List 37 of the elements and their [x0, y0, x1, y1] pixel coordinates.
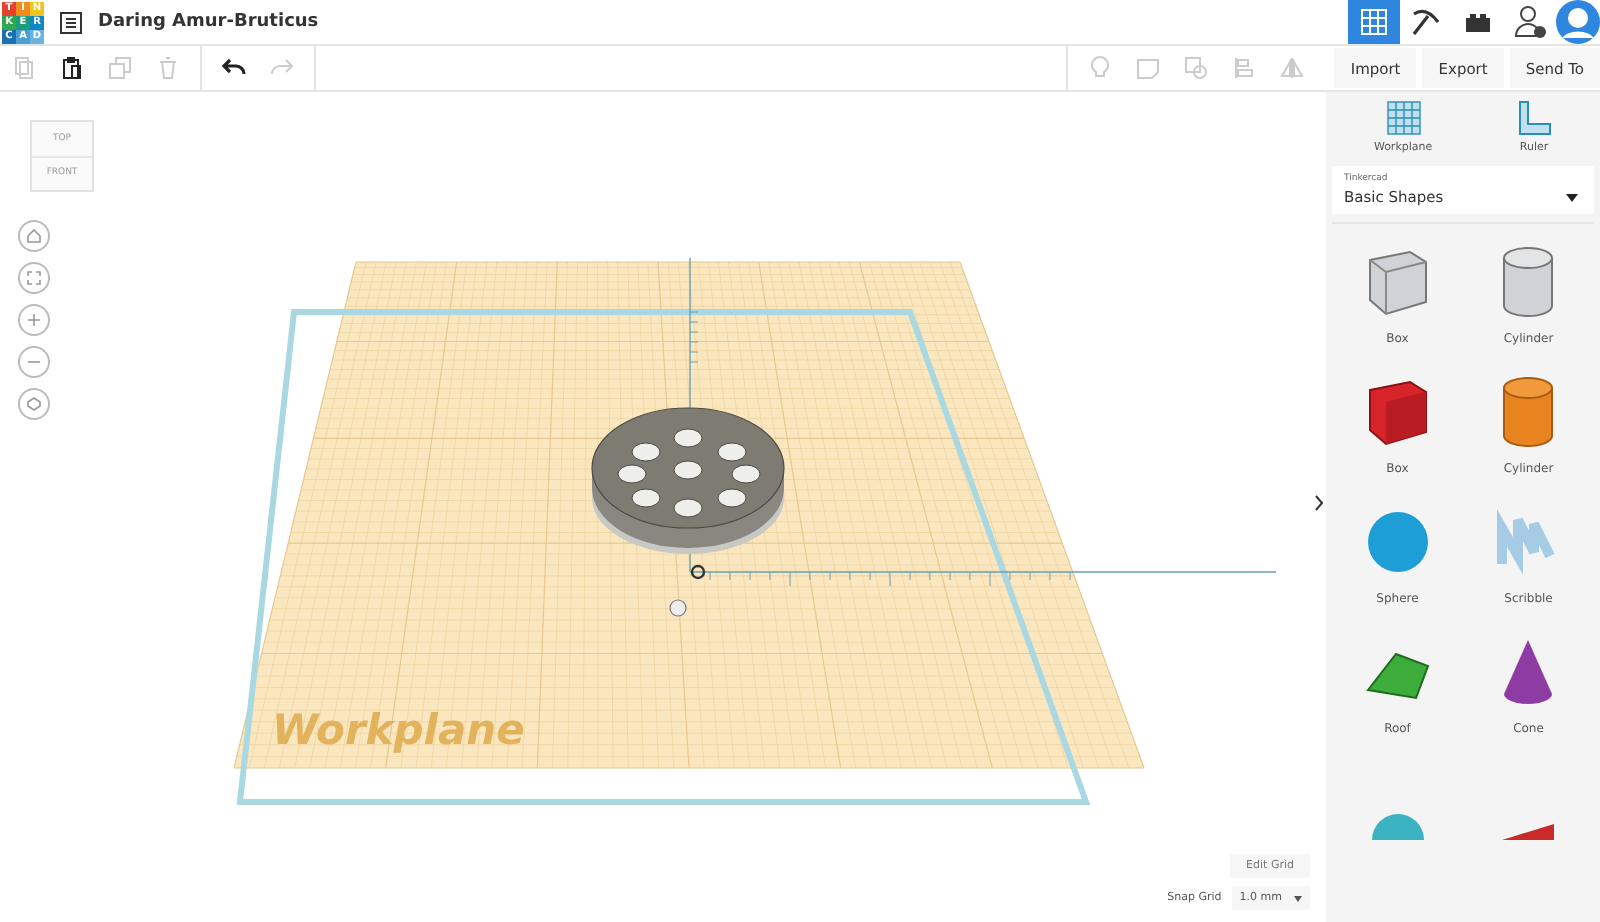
light-bulb-icon [1088, 56, 1113, 80]
caret-icon [1566, 194, 1578, 202]
perspective-icon [26, 396, 42, 412]
nav-button[interactable] [18, 346, 50, 378]
mirror-icon [1280, 56, 1305, 80]
note-icon [1136, 56, 1161, 80]
bricks-icon [1464, 12, 1492, 32]
add-user-icon[interactable] [1512, 4, 1548, 40]
nav-button[interactable] [18, 262, 50, 294]
nav-button[interactable] [18, 388, 50, 420]
align-icon [1232, 56, 1257, 80]
home-icon [26, 228, 42, 244]
clipboard-icon [60, 56, 84, 80]
cursor-marker [669, 599, 687, 617]
trash-icon [156, 56, 180, 80]
avatar-icon[interactable] [1556, 0, 1600, 44]
chevron-icon [1313, 493, 1323, 511]
wedge-icon [1502, 824, 1555, 840]
list-icon[interactable] [60, 11, 82, 33]
design-title: Daring Amur-Bruticus [98, 12, 319, 32]
pickaxe-icon [1410, 6, 1442, 38]
zoom-in-icon [26, 312, 42, 328]
nav-button[interactable] [18, 304, 50, 336]
copy-icon [12, 56, 36, 80]
undo-icon [222, 56, 246, 80]
workplane-label: Workplane [272, 706, 525, 754]
duplicate-icon [108, 56, 132, 80]
fit-view-icon [26, 270, 42, 286]
grid-icon [1385, 100, 1422, 136]
ruler-icon [1516, 100, 1553, 136]
dome-icon [1371, 814, 1424, 840]
redo-icon [270, 56, 294, 80]
origin-marker [690, 564, 706, 580]
group-icon [1184, 56, 1209, 80]
grid-icon [1360, 8, 1388, 36]
caret-icon [1294, 895, 1302, 901]
nav-button[interactable] [18, 220, 50, 252]
